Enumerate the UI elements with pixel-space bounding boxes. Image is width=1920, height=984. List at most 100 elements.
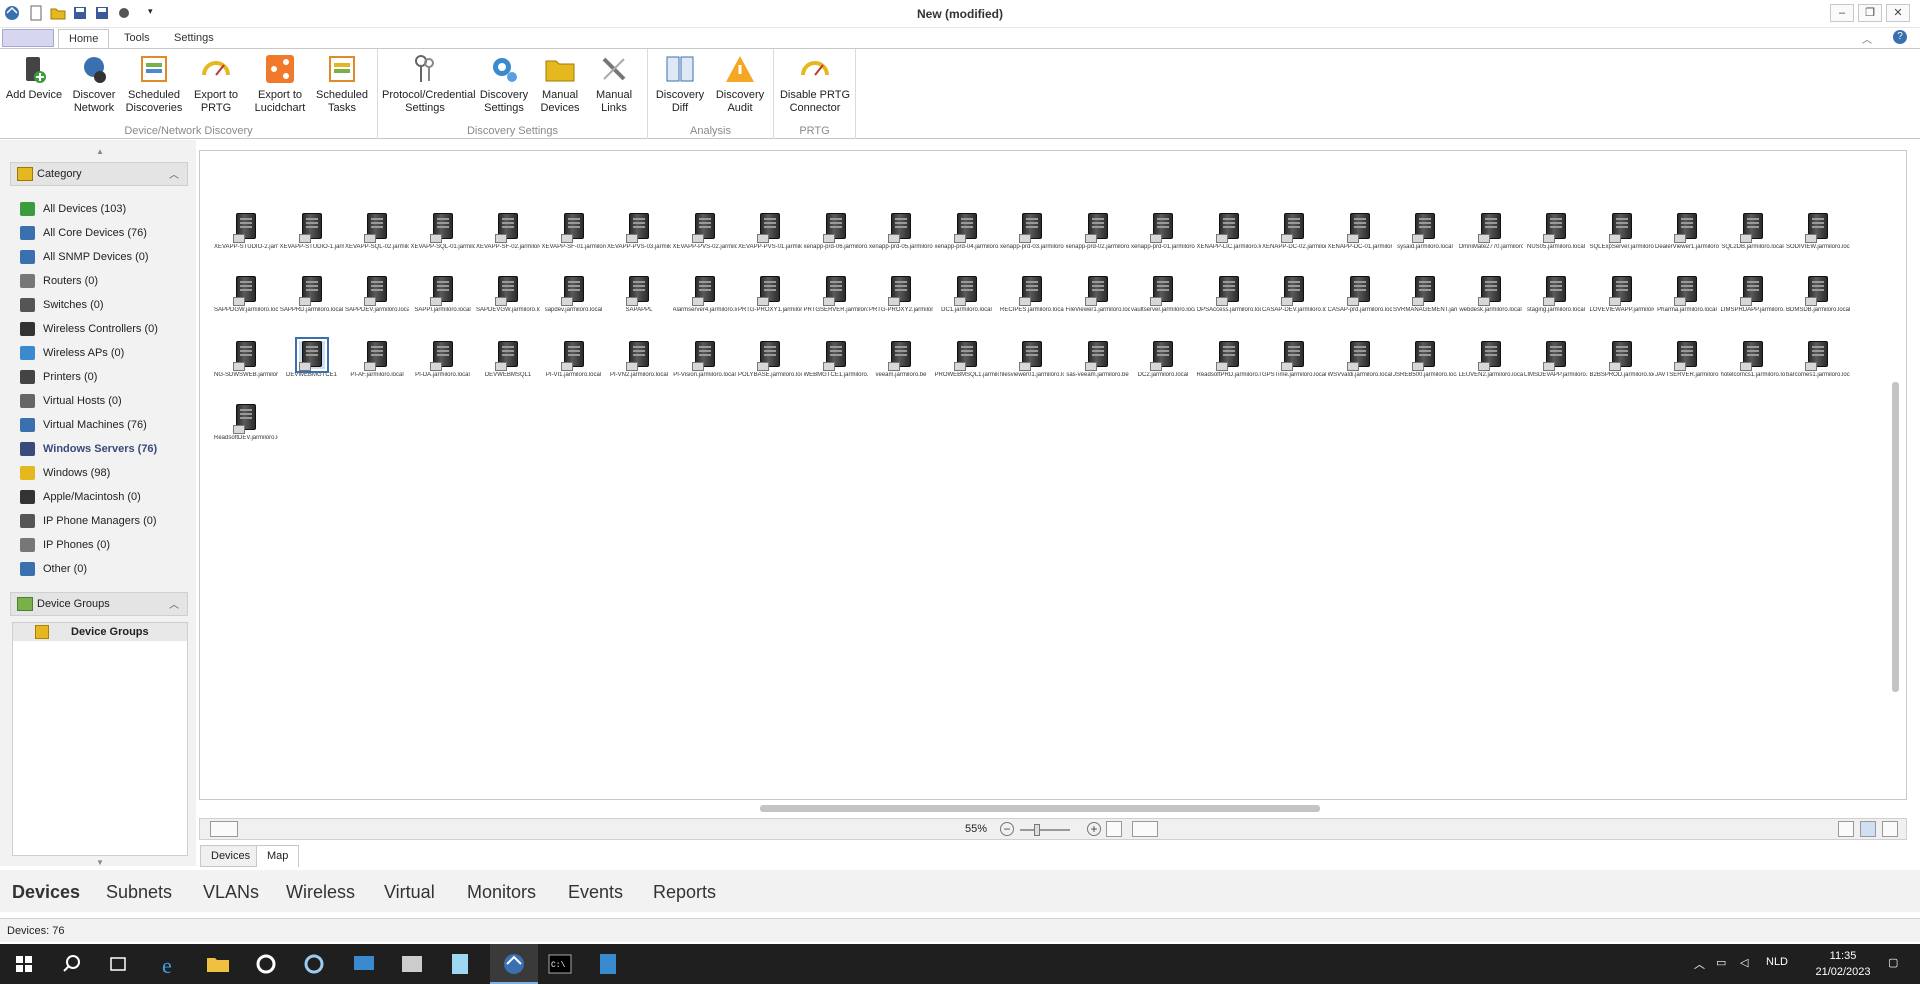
remote-desktop-icon[interactable]: [350, 950, 378, 978]
map-device-node[interactable]: PI-DA.jarmiloro.local: [411, 341, 475, 378]
export-to-lucidchart-button[interactable]: Export to Lucidchart: [250, 53, 310, 115]
zoom-in-icon[interactable]: +: [1087, 822, 1101, 836]
map-device-node[interactable]: webdesk.jarmiloro.local: [1459, 276, 1523, 313]
category-item-all-snmp-devices[interactable]: All SNMP Devices (0): [18, 247, 188, 267]
nav-events[interactable]: Events: [568, 882, 623, 903]
map-device-node[interactable]: CASAP-DEV.jarmiloro.local: [1262, 276, 1326, 313]
internet-explorer-icon[interactable]: e: [156, 950, 184, 978]
map-device-node[interactable]: XENAPP-DC-01.jarmiloro.local: [1328, 213, 1392, 250]
minimize-button[interactable]: –: [1830, 4, 1854, 22]
language-indicator[interactable]: NLD: [1766, 956, 1788, 968]
map-device-node[interactable]: ReadsoftPRD.jarmiloro.local: [1197, 341, 1261, 378]
collapse-icon[interactable]: ︿: [169, 596, 179, 611]
binoculars-icon[interactable]: [210, 821, 238, 837]
map-device-node[interactable]: GPSTime.jarmiloro.local: [1262, 341, 1326, 378]
map-device-node[interactable]: sapdev.jarmiloro.local: [542, 276, 606, 313]
map-device-node[interactable]: XEVAPP-PVS-02.jarmiloro.local: [673, 213, 737, 250]
map-device-node[interactable]: B2BSPROD.jarmiloro.local: [1590, 341, 1654, 378]
collapse-ribbon-icon[interactable]: ︿: [1862, 31, 1872, 46]
map-device-node[interactable]: SVRMANAGEMENT.jarmiloro.local: [1393, 276, 1457, 313]
map-device-node[interactable]: barcomes1.jarmiloro.local: [1786, 341, 1850, 378]
map-device-node[interactable]: WEBMGTCE1.jarmiloro.local: [804, 341, 868, 378]
map-device-node[interactable]: JAVTSERVER.jarmiloro.local: [1655, 341, 1719, 378]
tree-item-device-groups[interactable]: Device Groups: [13, 623, 187, 641]
map-device-node[interactable]: XEVAPP-PVS-01.jarmiloro.local: [738, 213, 802, 250]
category-panel-header[interactable]: Category ︿: [10, 162, 188, 186]
tab-devices-view[interactable]: Devices: [200, 845, 262, 867]
map-device-node[interactable]: CASAP-prd.jarmiloro.local: [1328, 276, 1392, 313]
map-device-node[interactable]: sysaid.jarmiloro.local: [1393, 213, 1457, 250]
map-device-node[interactable]: DealerViewer1.jarmiloro.local: [1655, 213, 1719, 250]
command-prompt-icon[interactable]: C:\: [546, 950, 574, 978]
map-device-node[interactable]: xenapp-prd-01.jarmiloro.local: [1131, 213, 1195, 250]
map-device-node[interactable]: SAPPRD.jarmiloro.local: [280, 276, 344, 313]
category-item-ip-phones[interactable]: IP Phones (0): [18, 535, 188, 555]
disable-prtg-connector-button[interactable]: Disable PRTG Connector: [776, 53, 854, 115]
category-item-wireless-aps[interactable]: Wireless APs (0): [18, 343, 188, 363]
network-discovery-taskbar-app[interactable]: [490, 944, 538, 984]
fit-to-window-icon[interactable]: [1106, 821, 1122, 837]
zoom-slider[interactable]: [1020, 824, 1070, 836]
map-device-node[interactable]: XEVAPP-PVS-03.jarmiloro.local: [607, 213, 671, 250]
device-groups-panel-header[interactable]: Device Groups ︿: [10, 592, 188, 616]
category-item-other[interactable]: Other (0): [18, 559, 188, 579]
scheduled-tasks-button[interactable]: Scheduled Tasks: [312, 53, 372, 115]
discovery-settings-button[interactable]: Discovery Settings: [474, 53, 534, 115]
close-button[interactable]: ✕: [1886, 4, 1910, 22]
map-device-node[interactable]: LIMSDEVAPP.jarmiloro.local: [1524, 341, 1588, 378]
category-item-virtual-hosts[interactable]: Virtual Hosts (0): [18, 391, 188, 411]
nav-monitors[interactable]: Monitors: [467, 882, 536, 903]
category-item-windows-servers[interactable]: Windows Servers (76): [18, 439, 188, 459]
tab-home[interactable]: Home: [58, 29, 110, 48]
map-device-node[interactable]: WSVvaldi.jarmiloro.local: [1328, 341, 1392, 378]
map-vertical-scrollbar[interactable]: [1888, 152, 1904, 797]
map-device-node[interactable]: SQL2DB.jarmiloro.local: [1721, 213, 1785, 250]
map-device-node[interactable]: Pharma.jarmiloro.local: [1655, 276, 1719, 313]
map-device-node[interactable]: Alarmserver4.jarmiloro.local: [673, 276, 737, 313]
help-icon[interactable]: ?: [1893, 30, 1907, 44]
map-device-node[interactable]: vaultserver.jarmiloro.local: [1131, 276, 1195, 313]
manual-devices-button[interactable]: Manual Devices: [530, 53, 590, 115]
map-device-node[interactable]: XEVAPP-SF-02.jarmiloro.local: [476, 213, 540, 250]
map-device-node[interactable]: SAPAPPL: [607, 276, 671, 313]
map-device-node[interactable]: xenapp-prd-05.jarmiloro.local: [869, 213, 933, 250]
map-device-node[interactable]: ReadsoftDEV.jarmiloro.local: [214, 404, 278, 441]
map-device-node[interactable]: PI-VN2.jarmiloro.local: [607, 341, 671, 378]
map-device-node[interactable]: PI-AF.jarmiloro.local: [345, 341, 409, 378]
map-device-node[interactable]: NG-SDWSWEB.jarmiloro.local: [214, 341, 278, 378]
map-device-node[interactable]: POLYBASE.jarmiloro.local: [738, 341, 802, 378]
map-device-node[interactable]: XEVAPP-SF-01.jarmiloro.local: [542, 213, 606, 250]
application-menu-button[interactable]: [2, 29, 54, 47]
list-view-icon[interactable]: [1882, 821, 1898, 837]
map-device-node[interactable]: SODIVIEW.jarmiloro.local: [1786, 213, 1850, 250]
map-device-node[interactable]: PI-Vision.jarmiloro.local: [673, 341, 737, 378]
network-icon[interactable]: ▭: [1716, 956, 1726, 969]
map-device-node[interactable]: PI-VI1.jarmiloro.local: [542, 341, 606, 378]
map-device-node[interactable]: sas-veeam.jarmiloro.be: [1066, 341, 1130, 378]
map-device-node[interactable]: SAPDEVGW.jarmiloro.local: [476, 276, 540, 313]
scheduled-discoveries-button[interactable]: Scheduled Discoveries: [124, 53, 184, 115]
map-device-node[interactable]: hotelcomcs1.jarmiloro.local: [1721, 341, 1785, 378]
map-device-node[interactable]: xenapp-prd-04.jarmiloro.local: [935, 213, 999, 250]
map-device-node[interactable]: SAPPI.jarmiloro.local: [411, 276, 475, 313]
category-item-routers[interactable]: Routers (0): [18, 271, 188, 291]
map-device-node[interactable]: JSREB500.jarmiloro.local: [1393, 341, 1457, 378]
map-device-node[interactable]: PRTG-PROXY2.jarmiloro.local: [869, 276, 933, 313]
map-device-node[interactable]: DEVWEBMGTCE1: [280, 337, 344, 378]
category-item-windows[interactable]: Windows (98): [18, 463, 188, 483]
map-horizontal-scrollbar[interactable]: [200, 800, 1886, 816]
nav-reports[interactable]: Reports: [653, 882, 716, 903]
volume-muted-icon[interactable]: ◁: [1740, 956, 1748, 969]
scroll-up-icon[interactable]: ▲: [96, 147, 104, 156]
category-item-printers[interactable]: Printers (0): [18, 367, 188, 387]
category-item-apple-macintosh[interactable]: Apple/Macintosh (0): [18, 487, 188, 507]
discovery-audit-button[interactable]: Discovery Audit: [710, 53, 770, 115]
map-device-node[interactable]: OmniMate2770.jarmiloro.local: [1459, 213, 1523, 250]
task-view-icon[interactable]: [104, 950, 132, 978]
start-windows-icon[interactable]: [10, 950, 38, 978]
search-icon[interactable]: [58, 950, 86, 978]
notes-app-icon[interactable]: [594, 950, 622, 978]
zoom-out-icon[interactable]: −: [1000, 822, 1014, 836]
nav-devices[interactable]: Devices: [12, 882, 80, 903]
map-device-node[interactable]: XEVAPP-SQL-02.jarmiloro.local: [345, 213, 409, 250]
